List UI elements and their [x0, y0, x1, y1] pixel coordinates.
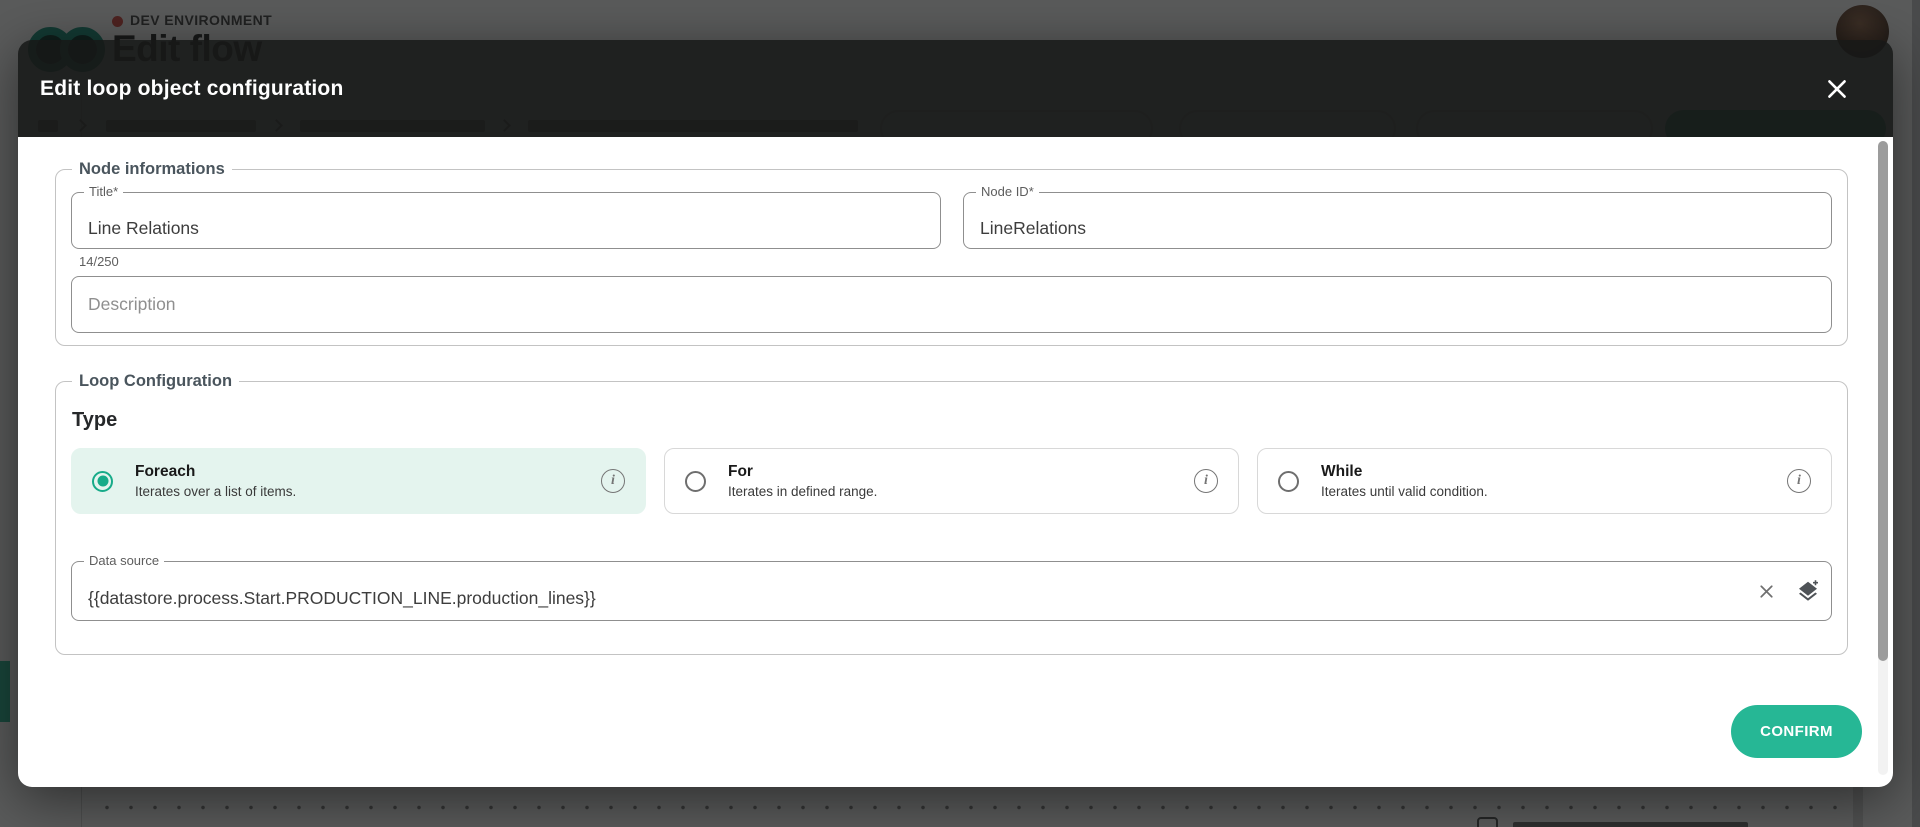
node-id-input[interactable]	[964, 193, 1831, 248]
loop-configuration-section: Loop Configuration Type Foreach Iterates…	[55, 372, 1848, 655]
option-name: Foreach	[135, 463, 196, 480]
loop-configuration-legend: Loop Configuration	[79, 372, 233, 390]
node-informations-legend: Node informations	[79, 160, 225, 178]
radio-while-unchecked-icon	[1278, 470, 1299, 492]
node-id-field: Node ID*	[963, 184, 1832, 249]
title-field: Title*	[71, 184, 941, 249]
data-source-field: Data source	[71, 553, 1832, 621]
info-icon[interactable]: i	[1194, 469, 1218, 493]
dialog-scrollbar-thumb[interactable]	[1878, 141, 1888, 661]
type-label: Type	[72, 409, 118, 431]
loop-type-options: Foreach Iterates over a list of items. i…	[71, 448, 1832, 514]
dialog-body: Node informations Title* 14/250 Node ID*	[18, 137, 1893, 787]
close-icon	[1828, 79, 1846, 98]
clear-data-source-button[interactable]	[1751, 576, 1781, 606]
clear-icon	[1759, 584, 1773, 598]
node-informations-section: Node informations Title* 14/250 Node ID*	[55, 160, 1848, 346]
close-button[interactable]	[1817, 69, 1857, 109]
radio-for-unchecked-icon	[685, 470, 706, 492]
data-source-input[interactable]	[72, 562, 1831, 620]
edit-loop-dialog: Edit loop object configuration Node info…	[18, 40, 1893, 787]
dialog-title: Edit loop object configuration	[40, 76, 344, 100]
radio-foreach-checked-icon	[92, 470, 113, 492]
screen: DEV ENVIRONMENT Edit flow Edit loop obje…	[0, 0, 1920, 827]
dialog-header: Edit loop object configuration	[18, 40, 1893, 137]
option-card-while[interactable]: While Iterates until valid condition. i	[1257, 448, 1832, 514]
info-icon[interactable]: i	[1787, 469, 1811, 493]
option-card-foreach[interactable]: Foreach Iterates over a list of items. i	[71, 448, 646, 514]
title-input[interactable]	[72, 193, 940, 248]
info-icon[interactable]: i	[601, 469, 625, 493]
insert-variable-button[interactable]	[1793, 576, 1823, 606]
option-name: For	[728, 463, 753, 480]
option-name: While	[1321, 463, 1363, 480]
title-char-counter: 14/250	[79, 254, 119, 269]
layers-plus-icon	[1799, 580, 1818, 601]
option-description: Iterates over a list of items.	[135, 484, 297, 499]
option-description: Iterates in defined range.	[728, 484, 878, 499]
confirm-button[interactable]: CONFIRM	[1731, 705, 1862, 758]
description-field	[71, 276, 1832, 333]
option-description: Iterates until valid condition.	[1321, 484, 1488, 499]
description-input[interactable]	[72, 277, 1831, 332]
option-card-for[interactable]: For Iterates in defined range. i	[664, 448, 1239, 514]
